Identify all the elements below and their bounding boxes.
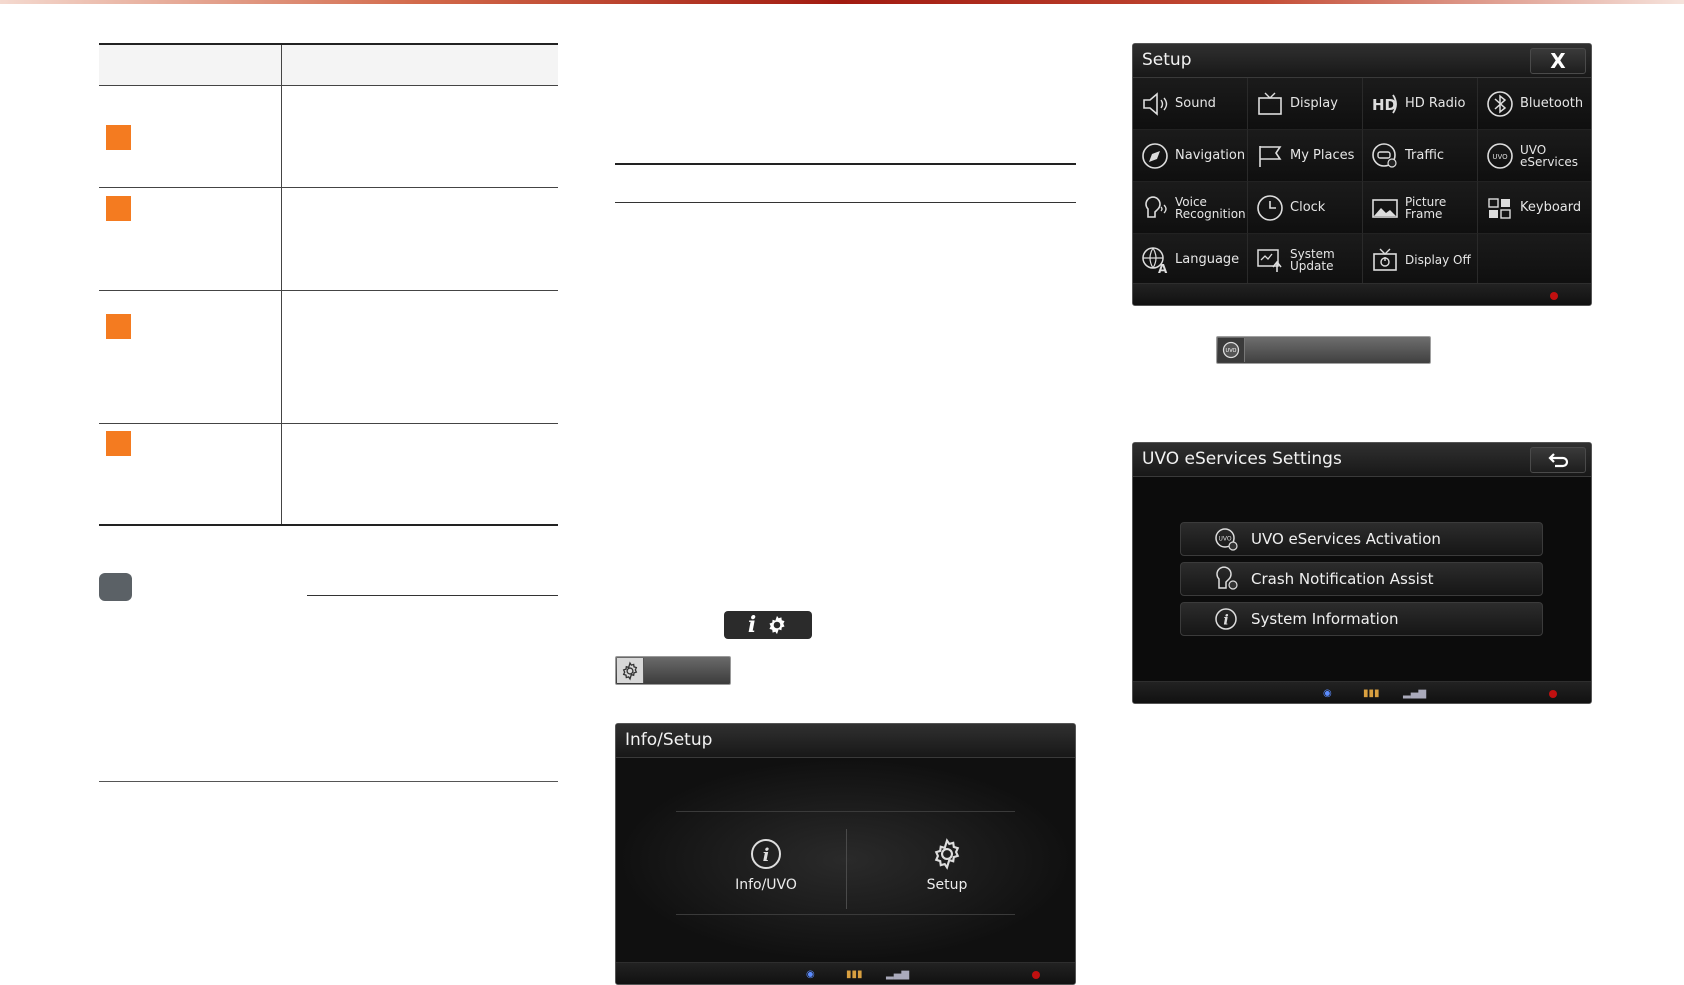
svg-text:A: A <box>1158 262 1168 275</box>
svg-text:i: i <box>763 845 770 866</box>
svg-text:UVO: UVO <box>1218 536 1231 543</box>
screen-title: Setup <box>1142 50 1192 70</box>
battery-status-icon: ▮▮▮ <box>846 969 863 980</box>
setup-item-picture-frame[interactable]: Picture Frame <box>1363 182 1478 234</box>
setup-item-my-places[interactable]: My Places <box>1248 130 1363 182</box>
section-divider <box>99 781 558 782</box>
clock-icon <box>1257 194 1283 221</box>
uvo-icon: UVO <box>1487 142 1513 169</box>
globe-icon: A <box>1142 246 1168 275</box>
back-button[interactable] <box>1530 447 1586 473</box>
screen-title: Info/Setup <box>625 730 713 750</box>
info-uvo-option[interactable]: i Info/UVO <box>691 837 841 893</box>
status-indicator-icon <box>1032 971 1040 979</box>
info-icon: i <box>1215 608 1237 630</box>
compass-icon <box>1142 142 1168 169</box>
info-setup-screen: Info/Setup i Info/UVO Setup ◉ ▮▮▮ ▂▄▆ <box>615 723 1076 985</box>
setup-option[interactable]: Setup <box>872 837 1022 893</box>
crash-notification-item[interactable]: Crash Notification Assist <box>1180 562 1543 596</box>
info-uvo-label: Info/UVO <box>735 877 797 893</box>
description-table <box>99 43 558 526</box>
uvo-activation-icon: UVO <box>1215 528 1238 551</box>
system-update-icon <box>1257 248 1282 272</box>
traffic-icon <box>1372 142 1397 168</box>
callout-marker <box>106 125 131 150</box>
signal-status-icon: ▂▄▆ <box>886 969 910 980</box>
setup-item-clock[interactable]: Clock <box>1248 182 1363 234</box>
note-rule <box>307 595 558 596</box>
voice-icon <box>1145 195 1167 218</box>
setup-item-hd-radio[interactable]: HD HD Radio <box>1363 78 1478 130</box>
note-badge <box>99 573 132 601</box>
back-arrow-icon <box>1548 453 1569 468</box>
screen-title: UVO eServices Settings <box>1142 449 1342 469</box>
table-header <box>99 45 558 85</box>
setup-item-empty <box>1478 234 1591 286</box>
callout-marker <box>106 196 131 221</box>
globe-status-icon: ◉ <box>806 969 815 980</box>
info-icon: i <box>747 612 757 638</box>
close-button[interactable]: X <box>1530 48 1586 74</box>
setup-item-display[interactable]: Display <box>1248 78 1363 130</box>
speaker-icon <box>1143 91 1168 116</box>
setup-label: Setup <box>926 877 968 893</box>
top-accent-bar <box>0 0 1684 4</box>
setup-item-display-off[interactable]: Display Off <box>1363 234 1478 286</box>
status-bar: ◉ ▮▮▮ ▂▄▆ <box>1133 681 1591 703</box>
gear-icon <box>617 658 644 683</box>
svg-text:UVO: UVO <box>1492 153 1508 161</box>
uvo-icon: UVO <box>1218 338 1245 362</box>
hd-radio-icon: HD <box>1372 94 1397 114</box>
keyboard-icon <box>1488 197 1511 219</box>
status-indicator-icon <box>1550 292 1558 300</box>
setup-item-traffic[interactable]: Traffic <box>1363 130 1478 182</box>
uvo-eservices-button[interactable]: UVO <box>1216 336 1431 364</box>
info-icon: i <box>751 839 781 869</box>
setup-screen: Setup X Sound Display HD HD Radio Blueto… <box>1132 43 1592 306</box>
setup-grid: Sound Display HD HD Radio Bluetooth Navi… <box>1133 78 1591 288</box>
setup-item-navigation[interactable]: Navigation <box>1133 130 1248 182</box>
setup-item-voice-recognition[interactable]: Voice Recognition <box>1133 182 1248 234</box>
setup-item-bluetooth[interactable]: Bluetooth <box>1478 78 1591 130</box>
callout-marker <box>106 431 131 456</box>
setup-item-sound[interactable]: Sound <box>1133 78 1248 130</box>
setup-item-uvo-eservices[interactable]: UVO UVO eServices <box>1478 130 1591 182</box>
status-indicator-icon <box>1549 690 1557 698</box>
status-bar: ◉ ▮▮▮ ▂▄▆ <box>616 962 1075 984</box>
system-information-item[interactable]: i System Information <box>1180 602 1543 636</box>
setup-item-language[interactable]: A Language <box>1133 234 1248 286</box>
setup-button[interactable] <box>615 656 731 685</box>
status-bar <box>1133 283 1591 305</box>
picture-icon <box>1372 198 1398 218</box>
display-icon <box>1258 92 1282 115</box>
setup-item-keyboard[interactable]: Keyboard <box>1478 182 1591 234</box>
gear-icon <box>769 615 785 635</box>
display-off-icon <box>1373 248 1397 271</box>
bluetooth-icon <box>1487 90 1513 117</box>
flag-icon <box>1259 145 1282 167</box>
battery-status-icon: ▮▮▮ <box>1363 688 1380 699</box>
uvo-settings-screen: UVO eServices Settings UVO UVO eServices… <box>1132 442 1592 704</box>
uvo-activation-item[interactable]: UVO UVO eServices Activation <box>1180 522 1543 556</box>
setup-item-system-update[interactable]: System Update <box>1248 234 1363 286</box>
svg-text:UVO: UVO <box>1226 348 1237 354</box>
gear-icon <box>934 838 960 870</box>
section-rule <box>615 163 1076 165</box>
globe-status-icon: ◉ <box>1323 688 1332 699</box>
signal-status-icon: ▂▄▆ <box>1403 688 1427 699</box>
section-rule <box>615 202 1076 203</box>
info-setup-key: i <box>724 611 812 639</box>
callout-marker <box>106 314 131 339</box>
svg-text:i: i <box>1223 613 1228 629</box>
crash-assist-icon <box>1216 566 1238 590</box>
